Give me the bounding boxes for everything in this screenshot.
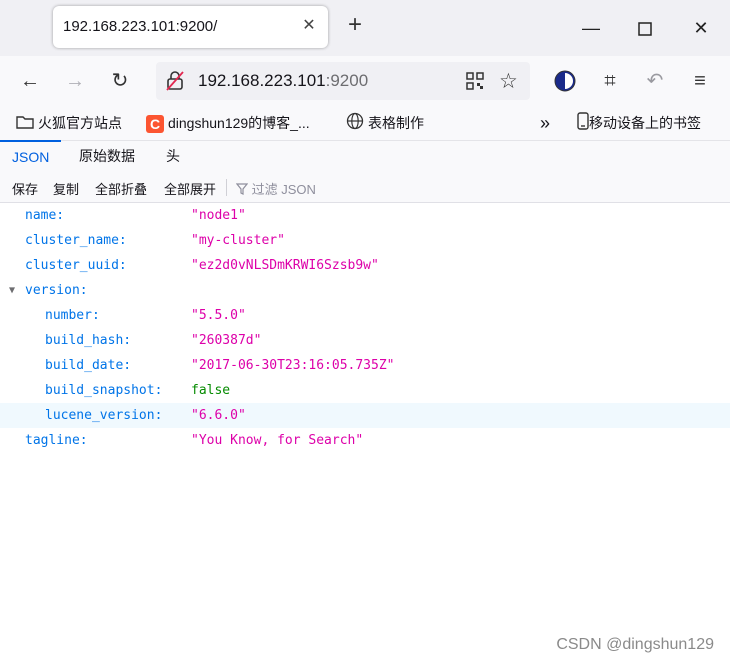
json-value: "5.5.0" [191, 308, 246, 323]
json-row[interactable]: build_hash: "260387d" [0, 328, 730, 353]
json-viewer-tabs: JSON 原始数据 头 [0, 140, 730, 174]
bookmark-star-icon[interactable]: ☆ [499, 69, 518, 94]
close-tab-icon[interactable]: ✕ [298, 15, 320, 37]
url-bar[interactable]: 192.168.223.101:9200 ☆ [156, 62, 530, 100]
json-key: lucene_version: [45, 408, 163, 423]
bookmark-label: 火狐官方站点 [38, 115, 122, 131]
back-icon[interactable]: ← [16, 67, 44, 95]
json-value: "260387d" [191, 333, 262, 348]
json-key: build_hash: [45, 333, 132, 348]
maximize-icon[interactable] [630, 14, 660, 42]
bookmark-item-table[interactable]: 表格制作 [346, 112, 424, 134]
tab-title: 192.168.223.101:9200/ [63, 18, 218, 35]
mobile-icon [577, 112, 589, 136]
navigation-bar: ← → ↻ 192.168.223.101:9200 ☆ ⌗ ↶ ≡ [0, 56, 730, 106]
expand-all-button[interactable]: 全部展开 [164, 179, 216, 198]
tab-headers[interactable]: 头 [154, 141, 192, 171]
json-row[interactable]: lucene_version: "6.6.0" [0, 403, 730, 428]
browser-tab-active[interactable]: 192.168.223.101:9200/ ✕ [53, 6, 328, 48]
url-host: 192.168.223.101 [198, 71, 326, 90]
json-value: "You Know, for Search" [191, 433, 364, 448]
json-key: build_snapshot: [45, 383, 163, 398]
copy-button[interactable]: 复制 [53, 179, 79, 198]
json-row[interactable]: build_date: "2017-06-30T23:16:05.735Z" [0, 353, 730, 378]
new-tab-icon[interactable]: + [344, 13, 366, 37]
json-value: "ez2d0vNLSDmKRWI6Szsb9w" [191, 258, 379, 273]
json-row[interactable]: tagline: "You Know, for Search" [0, 428, 730, 453]
insecure-lock-icon[interactable] [166, 71, 184, 94]
json-row[interactable]: name: "node1" [0, 203, 730, 228]
globe-icon [346, 112, 364, 136]
tab-raw-data[interactable]: 原始数据 [67, 141, 147, 171]
json-row[interactable]: build_snapshot: false [0, 378, 730, 403]
json-key: number: [45, 308, 100, 323]
csdn-icon: C [146, 115, 164, 134]
reload-icon[interactable]: ↻ [106, 67, 134, 95]
bookmark-item-mobile[interactable]: 移动设备上的书签 [577, 112, 701, 134]
tab-json[interactable]: JSON [0, 140, 62, 172]
toolbar-divider [226, 179, 227, 196]
json-key: name: [25, 208, 65, 223]
json-key: tagline: [25, 433, 88, 448]
menu-icon[interactable]: ≡ [686, 67, 714, 95]
json-value: "2017-06-30T23:16:05.735Z" [191, 358, 395, 373]
json-row[interactable]: ▼ version: [0, 278, 730, 303]
json-key: build_date: [45, 358, 132, 373]
json-value: "node1" [191, 208, 246, 223]
filter-placeholder: 过滤 JSON [251, 182, 316, 197]
close-window-icon[interactable]: ✕ [686, 14, 716, 42]
watermark: CSDN @dingshun129 [556, 636, 714, 653]
bookmark-label: dingshun129的博客_... [168, 115, 310, 131]
extension-icon[interactable] [554, 70, 576, 95]
undo-icon[interactable]: ↶ [641, 67, 669, 95]
json-key: cluster_name: [25, 233, 127, 248]
json-row[interactable]: cluster_name: "my-cluster" [0, 228, 730, 253]
url-port: :9200 [325, 71, 369, 90]
json-key: version: [25, 283, 88, 298]
bookmark-item-firefox[interactable]: 火狐官方站点 [16, 112, 122, 134]
bookmark-label: 表格制作 [368, 115, 424, 131]
bookmark-item-blog[interactable]: Cdingshun129的博客_... [146, 112, 310, 134]
json-toolbar: 保存 复制 全部折叠 全部展开 过滤 JSON [0, 173, 730, 203]
json-value: false [191, 383, 231, 398]
json-value: "6.6.0" [191, 408, 246, 423]
json-row[interactable]: cluster_uuid: "ez2d0vNLSDmKRWI6Szsb9w" [0, 253, 730, 278]
filter-json-input[interactable]: 过滤 JSON [235, 179, 316, 198]
json-row[interactable]: number: "5.5.0" [0, 303, 730, 328]
tab-strip: 192.168.223.101:9200/ ✕ + — ✕ [0, 0, 730, 56]
filter-icon [235, 182, 249, 197]
qr-code-icon[interactable] [466, 72, 484, 93]
json-key: cluster_uuid: [25, 258, 127, 273]
json-value: "my-cluster" [191, 233, 285, 248]
folder-icon [16, 113, 34, 135]
collapse-all-button[interactable]: 全部折叠 [95, 179, 147, 198]
more-bookmarks-icon[interactable]: » [540, 112, 550, 134]
bookmarks-bar: 火狐官方站点 Cdingshun129的博客_... 表格制作 » 移动设备上的… [0, 106, 730, 140]
expand-toggle-icon[interactable]: ▼ [9, 278, 15, 303]
forward-icon[interactable]: → [61, 67, 89, 95]
minimize-icon[interactable]: — [576, 14, 606, 42]
crop-icon[interactable]: ⌗ [596, 67, 624, 95]
bookmark-label: 移动设备上的书签 [589, 115, 701, 131]
save-button[interactable]: 保存 [12, 179, 38, 198]
url-text[interactable]: 192.168.223.101:9200 [198, 71, 368, 91]
